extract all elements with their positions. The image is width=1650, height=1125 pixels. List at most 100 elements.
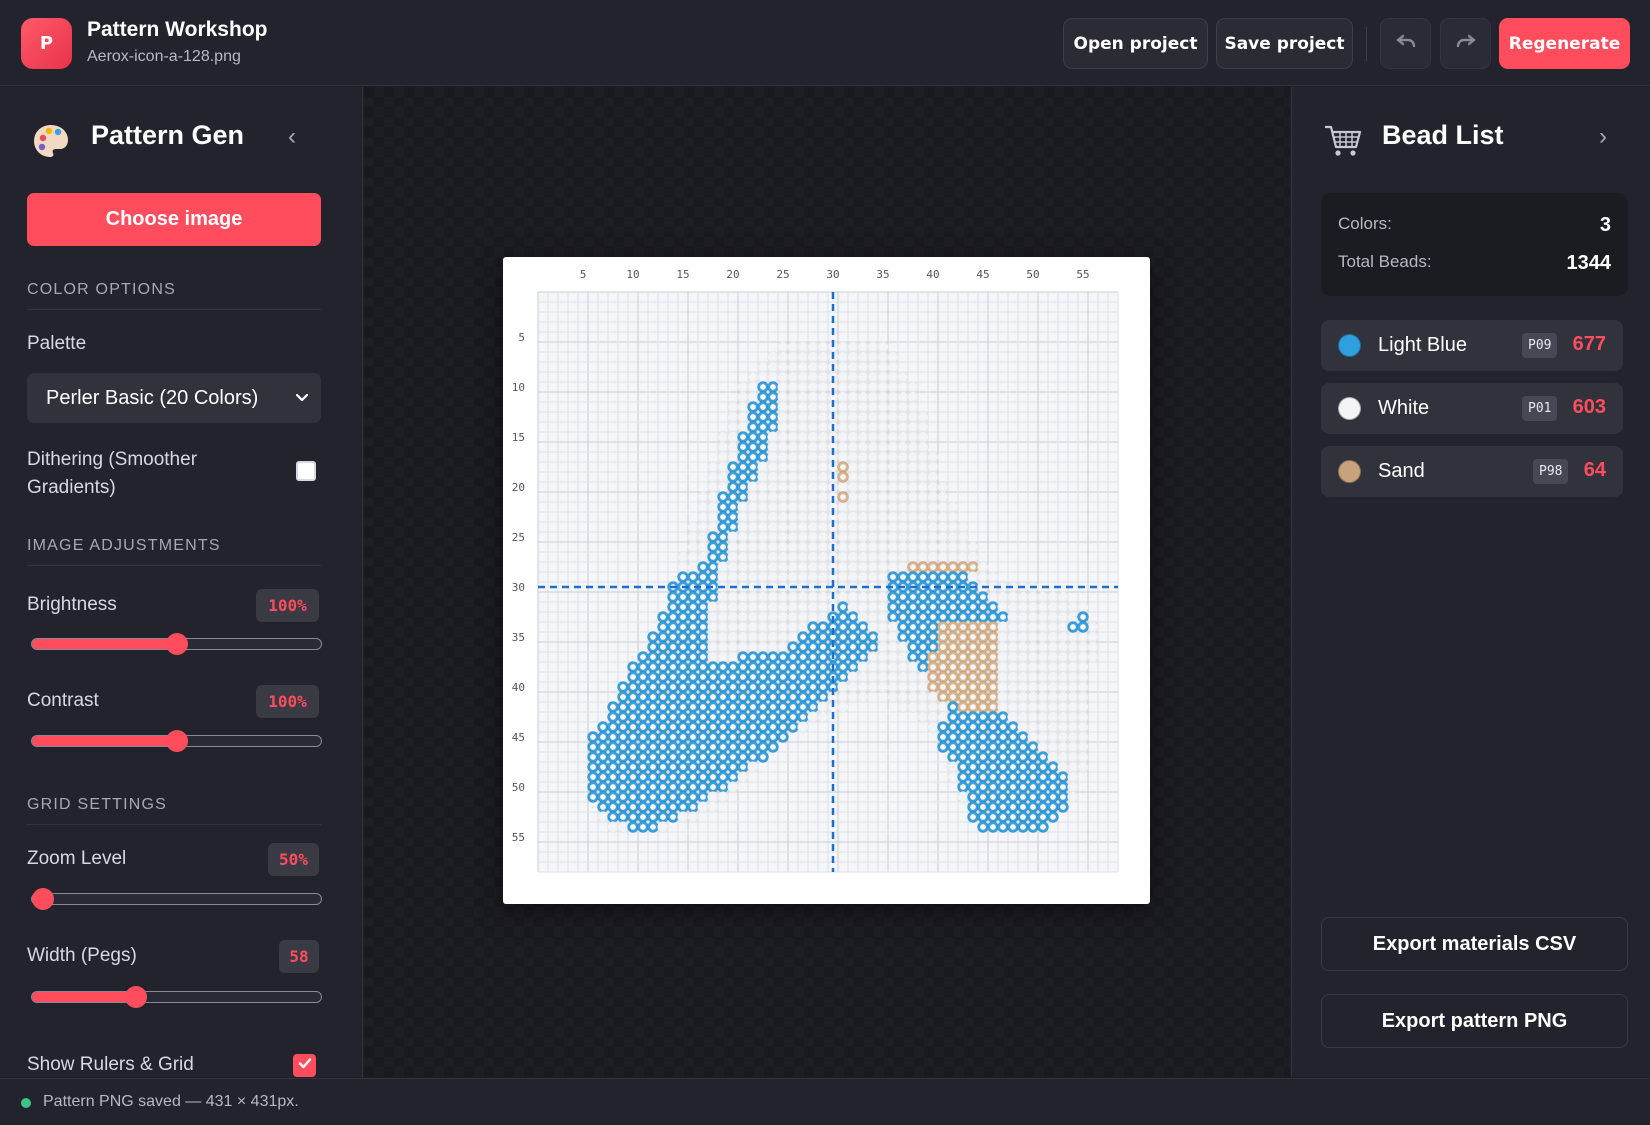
slider-handle[interactable]	[165, 633, 188, 655]
pattern-canvas[interactable]: 5 10 15 20 25 30 35 40 45 50 55 5 10 15 20 25 30 35 40 45 50…	[364, 87, 1290, 1077]
app-logo: P	[21, 18, 72, 69]
save-project-button[interactable]: Save project	[1216, 18, 1353, 69]
bead-count: 603	[1572, 396, 1606, 418]
y-ruler-label: 55	[512, 831, 525, 844]
chevron-down-icon	[293, 385, 311, 409]
x-ruler-label: 45	[976, 268, 989, 281]
x-ruler-label: 35	[876, 268, 889, 281]
contrast-label: Contrast	[27, 690, 99, 711]
y-ruler-label: 30	[512, 581, 525, 594]
color-options-header: COLOR OPTIONS	[27, 281, 321, 310]
x-ruler-label: 20	[726, 268, 739, 281]
redo-button[interactable]	[1440, 18, 1491, 69]
bead-name: Sand	[1378, 460, 1425, 482]
bead-code: P09	[1522, 333, 1558, 358]
bead-code: P01	[1522, 396, 1558, 421]
slider-handle[interactable]	[165, 730, 188, 752]
dithering-checkbox[interactable]	[296, 461, 316, 481]
redo-icon	[1454, 29, 1478, 59]
palette-select-value: Perler Basic (20 Colors)	[46, 386, 259, 409]
image-adjustments-header: IMAGE ADJUSTMENTS	[27, 537, 321, 566]
x-ruler-label: 30	[826, 268, 839, 281]
undo-button[interactable]	[1380, 18, 1431, 69]
regenerate-button[interactable]: Regenerate	[1499, 18, 1630, 69]
choose-image-button[interactable]: Choose image	[27, 193, 321, 246]
bead-row-light-blue[interactable]: Light Blue P09 677	[1321, 320, 1623, 371]
x-ruler-label: 40	[926, 268, 939, 281]
palette-label: Palette	[27, 333, 87, 354]
bead-swatch	[1338, 334, 1361, 357]
undo-icon	[1394, 29, 1418, 59]
chevron-left-icon[interactable]: ‹	[288, 123, 296, 151]
bead-code: P98	[1533, 459, 1569, 484]
y-ruler-label: 15	[512, 431, 525, 444]
status-text: Pattern PNG saved — 431 × 431px.	[43, 1093, 299, 1110]
width-slider[interactable]	[31, 986, 322, 1008]
bead-pattern[interactable]: 5 10 15 20 25 30 35 40 45 50 555101520253035404550…	[503, 257, 1150, 904]
pattern-board[interactable]: 5 10 15 20 25 30 35 40 45 50 55 5 10 15 20 25 30 35 40 45 50…	[503, 257, 1150, 904]
checkmark-icon	[297, 1055, 313, 1076]
status-indicator	[21, 1098, 31, 1108]
bead-row-sand[interactable]: Sand P98 64	[1321, 446, 1623, 497]
colors-count: 3	[1599, 214, 1611, 236]
total-beads-label: Total Beads:	[1338, 252, 1432, 271]
brightness-label: Brightness	[27, 594, 117, 615]
contrast-value-badge: 100%	[256, 685, 319, 718]
slider-handle[interactable]	[125, 986, 148, 1008]
slider-handle[interactable]	[32, 888, 54, 910]
left-panel-title: Pattern Gen	[91, 120, 245, 150]
y-ruler-label: 45	[512, 731, 525, 744]
y-ruler-label: 40	[512, 681, 525, 694]
open-project-button[interactable]: Open project	[1063, 18, 1208, 69]
zoom-value-badge: 50%	[268, 843, 319, 876]
slider-fill	[32, 639, 177, 649]
right-sidebar: Bead List › Colors: 3 Total Beads: 1344 …	[1291, 87, 1650, 1077]
bead-swatch	[1338, 397, 1361, 420]
bead-swatch	[1338, 460, 1361, 483]
width-value-badge: 58	[279, 940, 319, 973]
y-ruler-label: 5	[518, 331, 525, 344]
colors-label: Colors:	[1338, 214, 1392, 233]
brightness-value-badge: 100%	[256, 589, 319, 622]
right-panel-title: Bead List	[1382, 120, 1504, 150]
left-sidebar: Pattern Gen ‹ Choose image COLOR OPTIONS…	[0, 87, 363, 1077]
y-ruler-label: 35	[512, 631, 525, 644]
chevron-right-icon[interactable]: ›	[1599, 123, 1607, 151]
slider-fill	[32, 736, 177, 746]
app-title: Pattern Workshop	[87, 18, 268, 41]
app-header: P Pattern Workshop Aerox-icon-a-128.png …	[0, 0, 1650, 86]
status-bar: Pattern PNG saved — 431 × 431px.	[0, 1078, 1650, 1125]
bead-name: White	[1378, 397, 1430, 419]
grid-settings-header: GRID SETTINGS	[27, 796, 321, 825]
y-ruler-label: 25	[512, 531, 525, 544]
dithering-label: Dithering (Smoother Gradients)	[27, 449, 198, 498]
contrast-slider[interactable]	[31, 730, 322, 752]
export-png-button[interactable]: Export pattern PNG	[1321, 994, 1628, 1048]
x-ruler-label: 10	[626, 268, 639, 281]
slider-fill	[32, 992, 137, 1002]
palette-icon	[31, 121, 71, 166]
rulers-label: Show Rulers & Grid	[27, 1054, 194, 1075]
x-ruler-label: 25	[776, 268, 789, 281]
zoom-slider[interactable]	[31, 888, 322, 910]
y-ruler-label: 10	[512, 381, 525, 394]
bead-stats: Colors: 3 Total Beads: 1344	[1321, 193, 1628, 296]
y-ruler-label: 20	[512, 481, 525, 494]
header-divider	[1366, 27, 1367, 61]
width-label: Width (Pegs)	[27, 945, 137, 966]
brightness-slider[interactable]	[31, 633, 322, 655]
x-ruler-label: 5	[580, 268, 587, 281]
current-filename: Aerox-icon-a-128.png	[87, 48, 241, 65]
bead-name: Light Blue	[1378, 334, 1467, 356]
bead-row-white[interactable]: White P01 603	[1321, 383, 1623, 434]
x-ruler-label: 15	[676, 268, 689, 281]
rulers-checkbox[interactable]	[293, 1054, 316, 1077]
export-csv-button[interactable]: Export materials CSV	[1321, 917, 1628, 971]
total-beads-count: 1344	[1566, 252, 1612, 274]
palette-select[interactable]: Perler Basic (20 Colors)	[27, 373, 321, 423]
bead-count: 64	[1583, 459, 1606, 481]
y-ruler-label: 50	[512, 781, 525, 794]
bead-count: 677	[1572, 333, 1606, 355]
zoom-label: Zoom Level	[27, 848, 127, 869]
cart-icon	[1323, 123, 1363, 164]
